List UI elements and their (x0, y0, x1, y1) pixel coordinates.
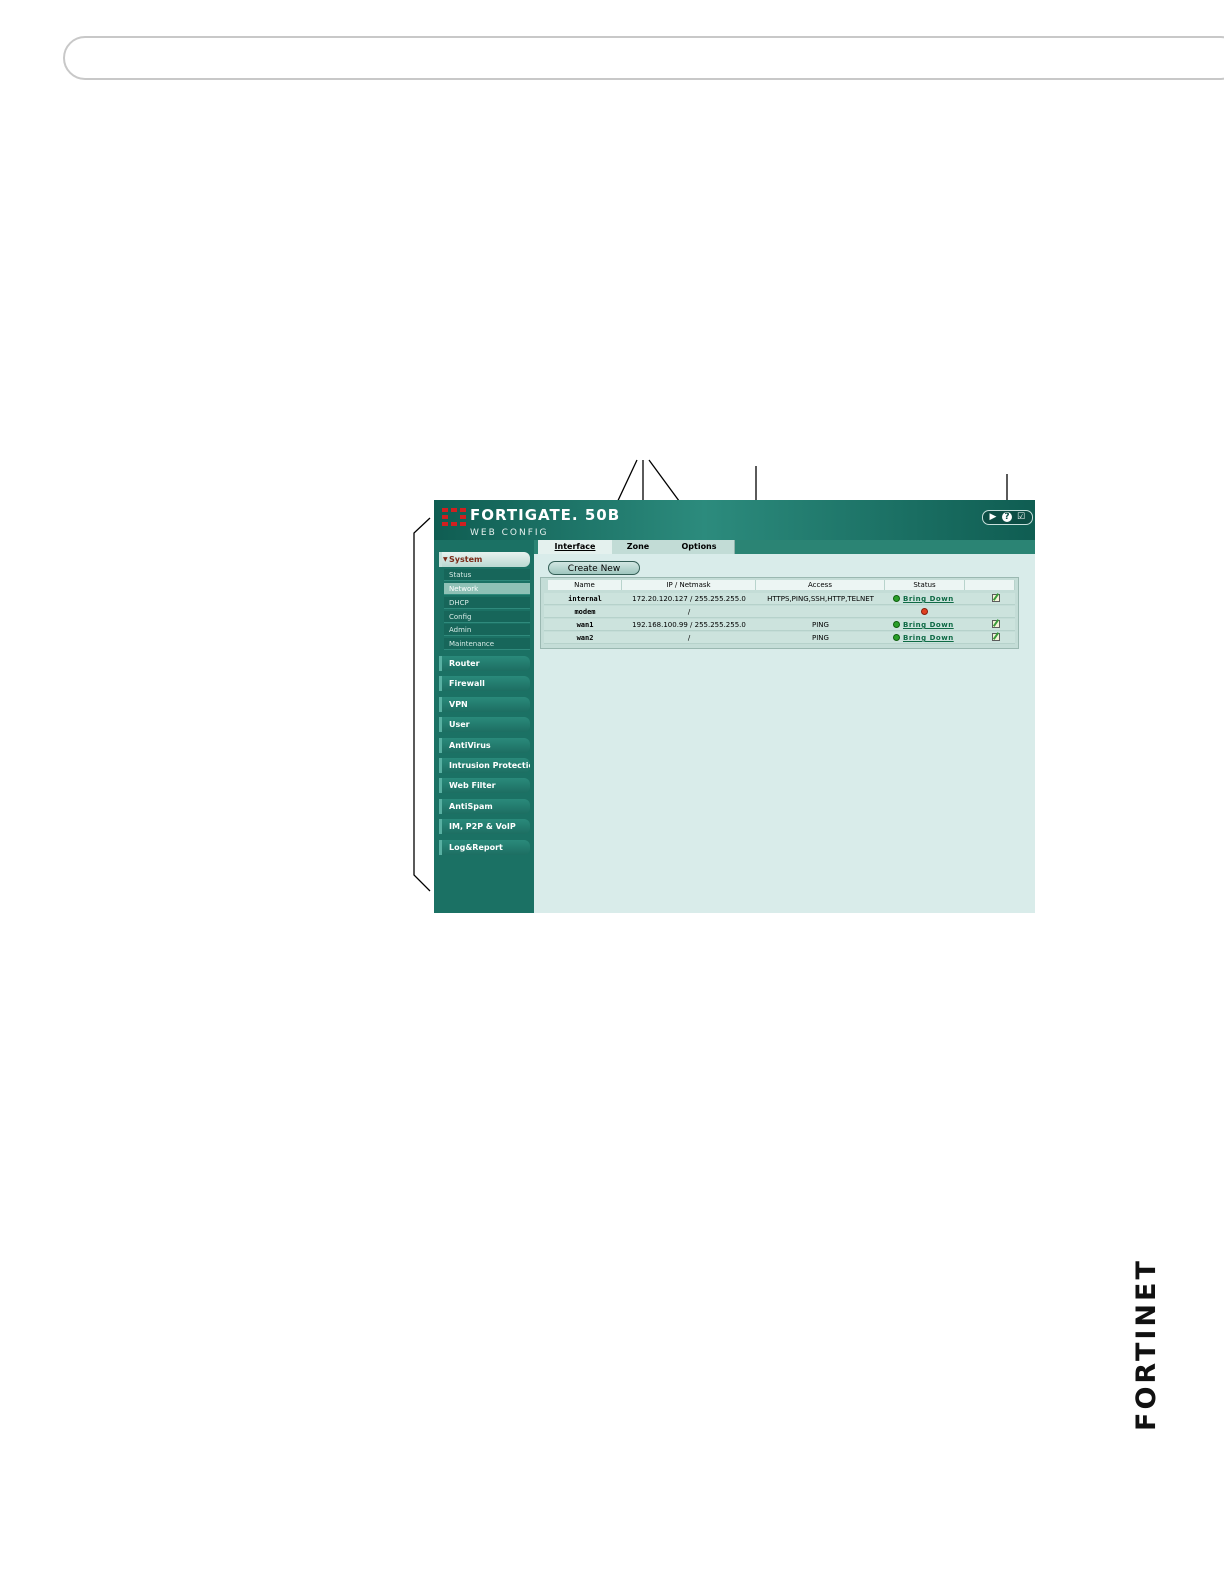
sidebar-subitem-network[interactable]: Network (444, 583, 530, 595)
bring-down-link[interactable]: Bring Down (903, 593, 954, 605)
edit-icon[interactable] (992, 620, 1000, 628)
top-banner: FORTIGATE. 50B WEB CONFIG ▶ ? ☑ (434, 500, 1035, 540)
row-name: wan2 (576, 634, 594, 642)
sidebar-item-intrusion-protection[interactable]: Intrusion Protection (439, 758, 530, 773)
chevron-down-icon: ▼ (443, 556, 448, 563)
sidebar-subitem-dhcp[interactable]: DHCP (444, 597, 530, 609)
status-up-icon (893, 634, 900, 641)
fortinet-logo: FORTINET (1131, 1195, 1162, 1431)
row-name: wan1 (576, 621, 594, 629)
row-access (756, 606, 885, 618)
product-subtitle: WEB CONFIG (470, 528, 549, 538)
edit-icon[interactable] (992, 633, 1000, 641)
row-access: HTTPS,PING,SSH,HTTP,TELNET (767, 595, 874, 603)
sidebar-item-firewall[interactable]: Firewall (439, 676, 530, 691)
sidebar-item-log-report[interactable]: Log&Report (439, 840, 530, 855)
status-up-icon (893, 621, 900, 628)
console-icon[interactable]: ▶ (988, 512, 998, 522)
sidebar-item-antispam[interactable]: AntiSpam (439, 799, 530, 814)
row-access: PING (812, 634, 829, 642)
tab-interface[interactable]: Interface (538, 540, 612, 554)
create-new-button[interactable]: Create New (548, 561, 640, 575)
fortigate-web-config-window: FORTIGATE. 50B WEB CONFIG ▶ ? ☑ ▼ System … (434, 500, 1035, 913)
sidebar-subitem-config[interactable]: Config (444, 611, 530, 623)
logout-icon[interactable]: ☑ (1016, 512, 1026, 522)
tab-options[interactable]: Options (664, 540, 734, 554)
page-header-bar (63, 36, 1224, 80)
sidebar-subitem-maintenance[interactable]: Maintenance (444, 638, 530, 650)
column-header-ip-netmask: IP / Netmask (622, 580, 756, 590)
fortinet-logo-icon (442, 508, 466, 526)
column-header-status: Status (885, 580, 965, 590)
sidebar-subitem-status[interactable]: Status (444, 569, 530, 581)
sidebar-item-antivirus[interactable]: AntiVirus (439, 738, 530, 753)
row-ip-netmask: / (687, 608, 691, 616)
column-header-access: Access (756, 580, 885, 590)
sidebar-item-user[interactable]: User (439, 717, 530, 732)
row-ip-netmask: 172.20.120.127 / 255.255.255.0 (632, 595, 746, 603)
sidebar-item-im-p2p-voip[interactable]: IM, P2P & VoIP (439, 819, 530, 834)
sidebar-item-router[interactable]: Router (439, 656, 530, 671)
status-up-icon (893, 595, 900, 602)
header-toolbar: ▶ ? ☑ (982, 510, 1033, 525)
help-icon[interactable]: ? (1002, 512, 1012, 522)
sidebar-item-system[interactable]: ▼ System (439, 552, 530, 567)
row-name: modem (574, 608, 596, 616)
sidebar-menu: ▼ System Status Network DHCP Config Admin… (434, 540, 534, 913)
column-header-name: Name (548, 580, 622, 590)
product-name: FORTIGATE. 50B (470, 506, 621, 524)
status-down-icon[interactable] (921, 608, 928, 615)
row-ip-netmask: 192.168.100.99 / 255.255.255.0 (632, 621, 746, 629)
row-access: PING (812, 621, 829, 629)
tab-zone[interactable]: Zone (612, 540, 664, 554)
fortinet-logo-text: FORTINET (1131, 1258, 1162, 1431)
row-ip-netmask: / (687, 634, 691, 642)
sidebar-subitem-admin[interactable]: Admin (444, 624, 530, 636)
sidebar-item-vpn[interactable]: VPN (439, 697, 530, 712)
callout-menu-bracket (413, 517, 431, 892)
column-header-actions (965, 580, 1015, 590)
row-name: internal (568, 595, 602, 603)
edit-icon[interactable] (992, 594, 1000, 602)
bring-down-link[interactable]: Bring Down (903, 632, 954, 644)
bring-down-link[interactable]: Bring Down (903, 619, 954, 631)
sidebar-item-web-filter[interactable]: Web Filter (439, 778, 530, 793)
